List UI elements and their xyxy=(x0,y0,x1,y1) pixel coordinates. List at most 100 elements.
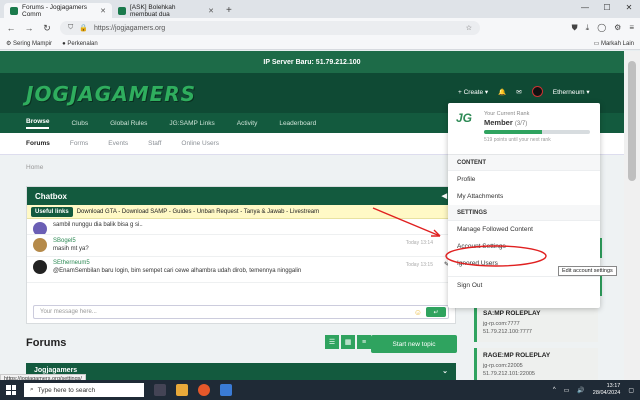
close-window-icon[interactable]: ✕ xyxy=(618,0,640,14)
forum-category-title[interactable]: Jogjagamers xyxy=(34,367,77,374)
network-icon[interactable]: ▭ xyxy=(564,387,570,394)
subnav-staff[interactable]: Staff xyxy=(148,140,161,147)
avatar[interactable] xyxy=(33,260,47,274)
nav-browse[interactable]: Browse xyxy=(26,118,50,129)
chat-message-body: SBogel5 masih mt ya? xyxy=(53,238,89,253)
site-favicon xyxy=(10,6,18,15)
rank-progress-fill xyxy=(484,130,543,134)
tab-title: Forums - Jogjagamers Comm xyxy=(22,3,88,18)
server-address: jg-rp.com:7777 xyxy=(483,321,520,327)
rank-note: 519 points until your next rank xyxy=(484,137,551,143)
app-icon[interactable] xyxy=(220,384,232,396)
chatbox: Chatbox ◀ Useful links Download GTA - Do… xyxy=(26,186,456,324)
nav-samp-links[interactable]: JG:SAMP Links xyxy=(169,120,214,127)
page-scrollbar[interactable] xyxy=(624,51,640,380)
server-address: jg-rp.com:22005 xyxy=(483,363,523,369)
download-icon[interactable]: ⤓ xyxy=(586,23,590,33)
tray-chevron-icon[interactable]: ^ xyxy=(553,387,556,393)
menu-item-profile[interactable]: Profile xyxy=(448,171,600,188)
rank-name: Member (3/7) xyxy=(484,118,590,127)
chat-message-text: @EnamSembilan baru login, bim sempet car… xyxy=(53,268,302,274)
nav-global-rules[interactable]: Global Rules xyxy=(110,120,147,127)
chevron-down-icon[interactable]: ⌄ xyxy=(442,367,448,375)
back-icon[interactable]: ← xyxy=(6,23,16,33)
user-menu-button[interactable]: Etherneum ▾ xyxy=(553,88,590,96)
new-tab-icon[interactable]: + xyxy=(226,5,232,16)
taskbar-clock[interactable]: 13:17 28/04/2024 xyxy=(593,383,621,397)
breadcrumb[interactable]: Home xyxy=(26,164,43,171)
avatar[interactable] xyxy=(33,238,47,252)
tab-title: [ASK] Bolehkah membuat dua xyxy=(130,3,176,18)
create-button[interactable]: + Create ▾ xyxy=(458,88,488,96)
site-logo[interactable]: JOGJAGAMERS xyxy=(26,82,196,106)
close-icon[interactable]: ✕ xyxy=(100,7,106,15)
useful-links-text[interactable]: Download GTA - Download SAMP - Guides - … xyxy=(77,209,319,215)
chatbox-header: Chatbox ◀ xyxy=(27,187,455,205)
subnav-forums[interactable]: Forums xyxy=(26,140,50,147)
browser-tab-forums[interactable]: Forums - Jogjagamers Comm ✕ xyxy=(4,3,112,18)
chat-username[interactable]: SBogel5 xyxy=(53,238,89,244)
rank-title: Member xyxy=(484,118,513,127)
address-bar[interactable]: ⛉ 🔒 https://jogjagamers.org ☆ xyxy=(60,21,480,35)
bookmark-sering-mampir[interactable]: ⚙ Sering Mampir xyxy=(6,40,52,47)
server-ip: 51.79.212.101:22005 xyxy=(483,371,535,377)
scrollbar-thumb[interactable] xyxy=(628,61,636,181)
emoji-icon[interactable]: ☺ xyxy=(414,308,422,317)
minimize-icon[interactable]: — xyxy=(574,0,596,14)
close-icon[interactable]: ✕ xyxy=(208,7,214,15)
menu-item-account-settings[interactable]: Account Settings xyxy=(448,238,600,255)
clock-time: 13:17 xyxy=(606,383,621,389)
collapse-icon[interactable]: ◀ xyxy=(442,192,447,200)
reload-icon[interactable]: ↻ xyxy=(42,23,52,34)
search-icon: ⌕ xyxy=(30,386,34,393)
chat-username[interactable]: SEtherneum5 xyxy=(53,260,301,266)
chat-message-input[interactable]: Your message here... ☺ ↵ xyxy=(33,305,449,319)
rank-logo-icon: JG xyxy=(456,111,473,125)
windows-start-icon[interactable] xyxy=(4,383,18,397)
compact-view-icon[interactable]: ≡ xyxy=(357,335,371,349)
browser-tab-ask[interactable]: [ASK] Bolehkah membuat dua ✕ xyxy=(112,3,220,18)
notification-center-icon[interactable]: ▢ xyxy=(628,387,634,394)
notifications-icon[interactable]: 🔔 xyxy=(498,88,506,96)
other-bookmarks[interactable]: ▭ Markah Lain xyxy=(594,40,634,47)
menu-item-my-attachments[interactable]: My Attachments xyxy=(448,188,600,205)
chat-message-text: sambil nunggu dia balik bisa g si.. xyxy=(53,222,143,228)
chat-timestamp: Today 13:14 xyxy=(405,240,433,246)
window-controls: — ☐ ✕ xyxy=(574,0,640,14)
grid-view-icon[interactable]: ▦ xyxy=(341,335,355,349)
bookmark-perkenalan[interactable]: ● Perkenalan xyxy=(62,41,98,47)
avatar[interactable] xyxy=(531,86,543,97)
send-button[interactable]: ↵ xyxy=(426,307,446,317)
messages-icon[interactable]: ✉ xyxy=(516,88,521,96)
nav-activity[interactable]: Activity xyxy=(237,120,258,127)
dropdown-section-content: CONTENT xyxy=(448,155,600,171)
nav-clubs[interactable]: Clubs xyxy=(71,120,88,127)
avatar[interactable] xyxy=(33,222,47,234)
subnav-events[interactable]: Events xyxy=(108,140,128,147)
nav-leaderboard[interactable]: Leaderboard xyxy=(279,120,316,127)
subnav-online-users[interactable]: Online Users xyxy=(181,140,219,147)
firefox-icon[interactable] xyxy=(198,384,210,396)
extensions-icon[interactable]: ⚙ xyxy=(614,23,621,33)
pocket-icon[interactable]: ⛊ xyxy=(572,23,578,33)
menu-item-sign-out[interactable]: Sign Out xyxy=(448,276,600,293)
server-ip: 51.79.212.100:7777 xyxy=(483,329,532,335)
taskbar-search[interactable]: ⌕ Type here to search xyxy=(24,383,144,397)
toolbar-right: ⛊ ⤓ ◯ ⚙ ≡ xyxy=(572,23,634,33)
maximize-icon[interactable]: ☐ xyxy=(596,0,618,14)
menu-icon[interactable]: ≡ xyxy=(629,23,634,33)
account-icon[interactable]: ◯ xyxy=(597,23,606,33)
lock-icon: 🔒 xyxy=(79,25,88,32)
start-new-topic-button[interactable]: Start new topic xyxy=(371,335,457,353)
file-explorer-icon[interactable] xyxy=(176,384,188,396)
server-name: RAGE:MP ROLEPLAY xyxy=(483,352,551,359)
list-view-icon[interactable]: ☰ xyxy=(325,335,339,349)
volume-icon[interactable]: 🔊 xyxy=(577,387,584,394)
task-view-icon[interactable] xyxy=(154,384,166,396)
shield-icon: ⛉ xyxy=(68,24,74,31)
star-icon[interactable]: ☆ xyxy=(466,24,472,32)
forward-icon[interactable]: → xyxy=(24,23,34,33)
chat-message-body: SEtherneum5 @EnamSembilan baru login, bi… xyxy=(53,260,301,279)
menu-item-manage-followed-content[interactable]: Manage Followed Content xyxy=(448,221,600,238)
subnav-forms[interactable]: Forms xyxy=(70,140,88,147)
